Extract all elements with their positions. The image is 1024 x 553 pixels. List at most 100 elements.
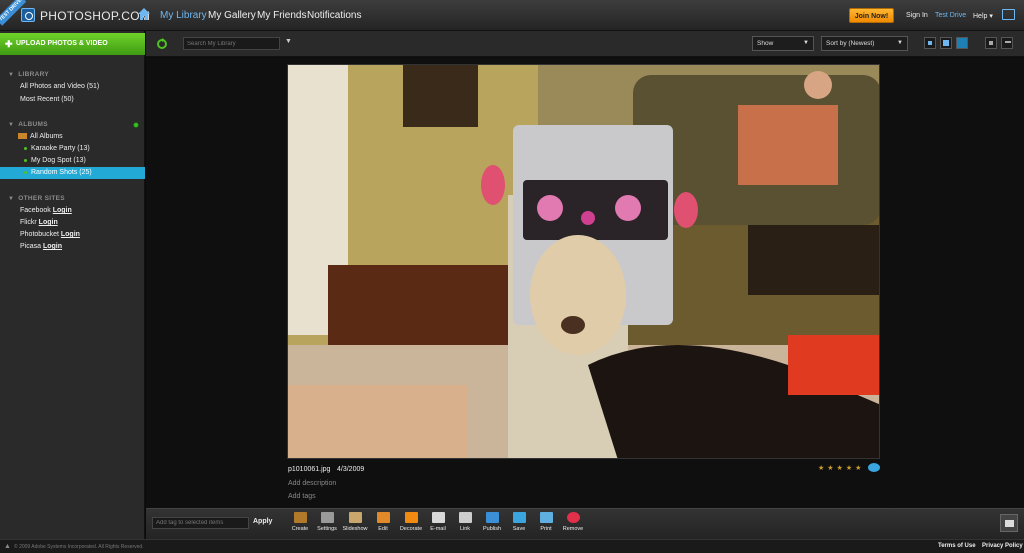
slideshow-button[interactable]: Slideshow [342,512,368,532]
photo-viewer: p1010061.jpg 4/3/2009 Add description Ad… [146,58,1024,508]
top-navigation-bar: TEST DRIVE PHOTOSHOP.COM My Library My G… [0,0,1024,31]
print-icon [539,512,553,523]
sidebar-item-karaoke-party[interactable]: Karaoke Party (13) [0,143,145,155]
add-description-link[interactable]: Add description [288,480,336,487]
chevron-down-icon: ▼ [803,40,809,46]
remove-button[interactable]: Remove [560,512,586,532]
collapse-arrow-icon: ▼ [8,122,15,128]
decorate-icon [404,512,418,523]
sidebar-item-facebook: Facebook Login [20,207,72,214]
sidebar-item-picasa: Picasa Login [20,243,63,250]
add-tag-input[interactable] [152,517,249,529]
plus-icon: ✚ [5,39,13,49]
library-section-header[interactable]: ▼ LIBRARY [8,71,49,78]
join-now-button[interactable]: Join Now! [849,8,894,23]
create-button[interactable]: Create [287,512,313,532]
picasa-login-link[interactable]: Login [43,243,62,250]
list-view-icon [1005,41,1011,43]
chevron-down-icon: ▼ [897,40,903,46]
edit-icon [376,512,390,523]
adobe-logo-icon: ▲ [4,543,11,550]
nav-my-library[interactable]: My Library [160,10,207,21]
sign-in-link[interactable]: Sign In [906,12,928,19]
main-photo[interactable] [287,64,880,459]
search-dropdown-icon[interactable]: ▼ [285,38,292,45]
save-button[interactable]: Save [506,512,532,532]
publish-button[interactable]: Publish [479,512,505,532]
logo-text: PHOTOSHOP.COM [40,9,151,23]
album-dot-icon [24,158,27,162]
terms-of-use-link[interactable]: Terms of Use [938,543,976,549]
small-view-icon [928,41,932,45]
upload-photos-button[interactable]: ✚ UPLOAD PHOTOS & VIDEO [0,33,145,55]
grid-view-icon [989,41,993,45]
nav-my-friends[interactable]: My Friends [257,10,306,21]
album-dot-icon [24,170,27,174]
upload-label: UPLOAD PHOTOS & VIDEO [16,40,108,47]
bottom-action-bar: Apply Create Settings Slideshow Edit Dec… [146,508,1024,539]
album-dot-icon [24,146,27,150]
library-toolbar: ▼ Show▼ Sort by (Newest)▼ [146,31,1024,57]
link-icon [458,512,472,523]
photoshop-logo-icon [21,8,35,22]
albums-section-header[interactable]: ▼ ALBUMS [8,121,48,128]
list-view-button[interactable] [1001,37,1013,49]
single-photo-view-button[interactable] [956,37,968,49]
create-icon [293,512,307,523]
flickr-login-link[interactable]: Login [39,219,58,226]
help-menu[interactable]: Help ▾ [973,12,993,20]
dog-robot-costume-photo [288,65,879,458]
sidebar-item-my-dog-spot[interactable]: My Dog Spot (13) [0,155,145,167]
apply-button[interactable]: Apply [253,518,272,525]
privacy-policy-link[interactable]: Privacy Policy [982,543,1023,549]
collapse-arrow-icon: ▼ [8,72,15,78]
edit-button[interactable]: Edit [370,512,396,532]
publish-icon [485,512,499,523]
copyright-text: © 2009 Adobe Systems Incorporated. All R… [14,544,144,550]
left-sidebar: ✚ UPLOAD PHOTOS & VIDEO ▼ LIBRARY All Pho… [0,31,145,539]
app-window: TEST DRIVE PHOTOSHOP.COM My Library My G… [0,0,1024,553]
rating-stars[interactable]: ★★★★★ [818,464,864,472]
site-logo[interactable]: TEST DRIVE PHOTOSHOP.COM [0,0,150,31]
email-button[interactable]: E-mail [425,512,451,532]
share-icon[interactable] [868,463,880,472]
sidebar-item-random-shots[interactable]: Random Shots (25) [0,167,145,179]
nav-notifications[interactable]: Notifications [307,10,361,21]
add-album-icon[interactable] [133,122,139,128]
refresh-icon[interactable] [156,38,168,50]
decorate-button[interactable]: Decorate [398,512,424,532]
print-button[interactable]: Print [533,512,559,532]
sidebar-item-most-recent[interactable]: Most Recent (50) [0,94,145,106]
search-library-input[interactable] [183,37,280,50]
save-icon [512,512,526,523]
settings-button[interactable]: Settings [314,512,340,532]
grid-view-button[interactable] [985,37,997,49]
medium-view-button[interactable] [940,37,952,49]
sidebar-item-all-photos[interactable]: All Photos and Video (51) [0,81,145,93]
small-thumbnail-view-button[interactable] [924,37,936,49]
add-tags-link[interactable]: Add tags [288,493,316,500]
sort-select[interactable]: Sort by (Newest) ▼ [821,36,908,51]
home-icon[interactable] [137,7,151,21]
remove-icon [566,512,580,523]
link-button[interactable]: Link [452,512,478,532]
photobucket-login-link[interactable]: Login [61,231,80,238]
photo-filename: p1010061.jpg [288,466,331,473]
sidebar-item-flickr: Flickr Login [20,219,58,226]
slideshow-icon [348,512,362,523]
nav-my-gallery[interactable]: My Gallery [208,10,256,21]
settings-icon [320,512,334,523]
show-select[interactable]: Show ▼ [752,36,814,51]
email-icon [431,512,445,523]
facebook-login-link[interactable]: Login [53,207,72,214]
fullscreen-icon[interactable] [1000,514,1018,532]
page-footer: ▲ © 2009 Adobe Systems Incorporated. All… [0,539,1024,553]
other-sites-section-header[interactable]: ▼ OTHER SITES [8,195,65,202]
sidebar-item-photobucket: Photobucket Login [20,231,80,238]
medium-view-icon [943,40,949,46]
test-drive-link[interactable]: Test Drive [935,12,966,19]
tv-icon[interactable] [1002,9,1015,20]
sidebar-item-all-albums[interactable]: All Albums [0,131,145,143]
folder-icon [18,133,27,140]
collapse-arrow-icon: ▼ [8,196,15,202]
